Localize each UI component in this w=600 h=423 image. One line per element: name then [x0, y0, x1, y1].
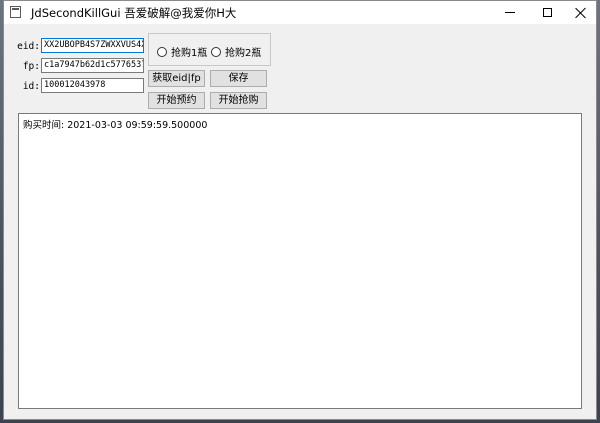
start-buy-button[interactable]: 开始抢购 — [210, 92, 267, 109]
save-button[interactable]: 保存 — [210, 70, 267, 87]
radio-buy-1[interactable]: 抢购1瓶 — [157, 44, 207, 59]
eid-input[interactable]: XX2UBOPB4S7ZWXXVUS4XE — [41, 38, 144, 53]
app-window: JdSecondKillGui 吾爱破解@我爱你H大 eid: XX2UBOPB… — [3, 0, 597, 420]
id-input[interactable]: 100012043978 — [41, 78, 144, 93]
app-window-icon — [10, 6, 21, 18]
radio-buy-2[interactable]: 抢购2瓶 — [211, 44, 261, 59]
get-eid-fp-button[interactable]: 获取eid|fp — [148, 70, 205, 87]
id-label: id: — [22, 81, 40, 92]
close-icon — [575, 7, 587, 19]
radio-circle-icon — [211, 46, 221, 57]
quantity-option-group: 抢购1瓶 抢购2瓶 — [148, 33, 271, 66]
minimize-icon — [505, 12, 515, 13]
maximize-icon — [542, 8, 552, 17]
output-log[interactable]: 购买时间: 2021-03-03 09:59:59.500000 — [18, 113, 582, 409]
fp-input[interactable]: c1a7947b62d1c57765376e — [41, 58, 144, 73]
window-title: JdSecondKillGui 吾爱破解@我爱你H大 — [31, 6, 237, 20]
radio-buy-2-label: 抢购2瓶 — [225, 48, 262, 59]
output-line: 购买时间: 2021-03-03 09:59:59.500000 — [23, 120, 208, 131]
eid-label: eid: — [17, 41, 40, 52]
radio-circle-icon — [157, 46, 167, 57]
start-reserve-button[interactable]: 开始预约 — [148, 92, 205, 109]
close-button[interactable] — [559, 1, 600, 24]
radio-buy-1-label: 抢购1瓶 — [171, 48, 208, 59]
fp-label: fp: — [22, 61, 40, 72]
title-bar[interactable]: JdSecondKillGui 吾爱破解@我爱你H大 — [4, 1, 596, 24]
